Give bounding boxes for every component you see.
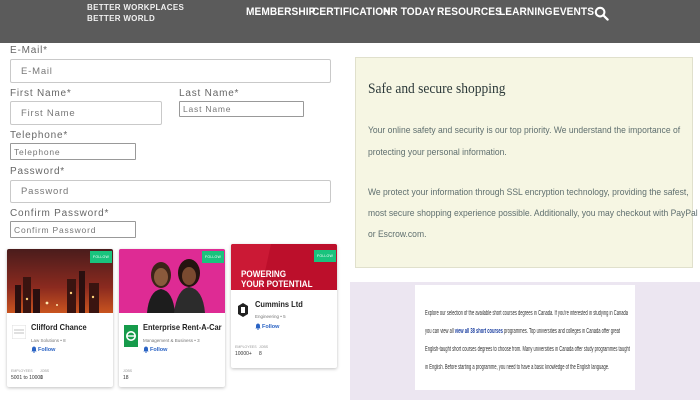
company-name: Enterprise Rent-A-Car <box>143 322 222 332</box>
jobs-value: 18 <box>123 375 129 381</box>
company-subtitle: Law Solutions • 8 <box>31 338 66 343</box>
jobs-value: 1 <box>40 375 43 381</box>
nav-item-hr-today[interactable]: HR TODAY <box>383 6 435 18</box>
follow-badge[interactable]: FOLLOW <box>90 251 112 263</box>
top-navigation-bar: BETTER WORKPLACES BETTER WORLD MEMBERSHI… <box>0 0 700 43</box>
nav-item-learning[interactable]: LEARNING <box>499 6 553 18</box>
employees-label: EMPLOYEES <box>235 345 257 349</box>
confirm-password-input[interactable]: Confirm Password <box>10 221 136 238</box>
jobs-label: JOBS <box>259 345 269 349</box>
safe-shopping-p2-line2: most secure shopping experience possible… <box>368 208 698 219</box>
course-promo-content <box>415 285 635 390</box>
follow-link[interactable]: Follow <box>262 324 279 330</box>
view-all-courses-link[interactable]: view all 38 short courses <box>455 328 503 335</box>
safe-shopping-title: Safe and secure shopping <box>368 81 506 97</box>
company-subtitle: Management & Business • 3 <box>143 338 200 343</box>
nav-item-membership[interactable]: MEMBERSHIP <box>246 6 316 18</box>
safe-shopping-p2-line1: We protect your information through SSL … <box>368 187 689 198</box>
promo-line-2-prefix: you can view all <box>425 328 455 335</box>
safe-shopping-p1-line2: protecting your personal information. <box>368 147 507 158</box>
nav-item-resources[interactable]: RESOURCES <box>437 6 502 18</box>
search-icon[interactable] <box>594 6 609 21</box>
company-name: Clifford Chance <box>31 322 87 332</box>
bell-icon <box>255 323 261 330</box>
company-name: Cummins Ltd <box>255 299 303 309</box>
safe-shopping-p1-line1: Your online safety and security is our t… <box>368 125 681 136</box>
jobs-label: JOBS <box>123 369 133 373</box>
nav-item-certification[interactable]: CERTIFICATION <box>312 6 391 18</box>
last-name-label: Last Name* <box>179 88 240 99</box>
confirm-password-label: Confirm Password* <box>10 208 110 219</box>
follow-badge[interactable]: FOLLOW <box>314 250 336 262</box>
employees-value: 10000+ <box>235 351 252 357</box>
email-label: E-Mail* <box>10 45 48 56</box>
brand-line-1: BETTER WORKPLACES <box>87 3 185 12</box>
company-card-clifford-chance[interactable]: FOLLOW Clifford Chance Law Solutions • 8… <box>7 249 113 387</box>
cummins-logo <box>236 302 250 318</box>
clifford-chance-logo <box>12 325 26 339</box>
follow-link[interactable]: Follow <box>38 347 55 353</box>
enterprise-logo <box>124 325 138 347</box>
safe-shopping-p2-line3: or Escrow.com. <box>368 229 427 240</box>
company-subtitle: Engineering • 5 <box>255 314 286 319</box>
follow-link[interactable]: Follow <box>150 347 167 353</box>
telephone-label: Telephone* <box>10 130 69 141</box>
jobs-value: 8 <box>259 351 262 357</box>
nav-item-events[interactable]: EVENTS <box>553 6 594 18</box>
employees-value: 5001 to 10000 <box>11 375 43 381</box>
last-name-input[interactable]: Last Name <box>179 101 304 117</box>
company-card-cummins[interactable]: POWERING YOUR POTENTIAL FOLLOW Cummins L… <box>231 244 337 368</box>
promo-line-2-suffix: programmes. Top universities and college… <box>502 328 621 335</box>
jobs-label: JOBS <box>40 369 50 373</box>
follow-badge[interactable]: FOLLOW <box>202 251 224 263</box>
promo-line-4: in English. Before starting a programme,… <box>425 364 610 371</box>
employees-label: EMPLOYEES <box>11 369 33 373</box>
bell-icon <box>143 346 149 353</box>
first-name-label: First Name* <box>10 88 72 99</box>
first-name-input[interactable]: First Name <box>10 101 162 125</box>
password-label: Password* <box>10 166 65 177</box>
promo-line-2: you can view all view all 38 short cours… <box>425 328 620 335</box>
brand-line-2: BETTER WORLD <box>87 14 156 23</box>
password-input[interactable]: Password <box>10 180 331 203</box>
banner-text-powering: POWERING <box>241 269 287 279</box>
email-input[interactable]: E-Mail <box>10 59 331 83</box>
brand-logo[interactable]: BETTER WORKPLACES BETTER WORLD <box>87 2 184 24</box>
company-card-enterprise[interactable]: FOLLOW Enterprise Rent-A-Car Management … <box>119 249 225 387</box>
promo-line-3: English-taught short courses degrees to … <box>425 346 630 353</box>
telephone-input[interactable]: Telephone <box>10 143 136 160</box>
banner-text-potential: YOUR POTENTIAL <box>241 279 313 289</box>
bell-icon <box>31 346 37 353</box>
promo-line-1: Explore our selection of the available s… <box>425 310 628 317</box>
